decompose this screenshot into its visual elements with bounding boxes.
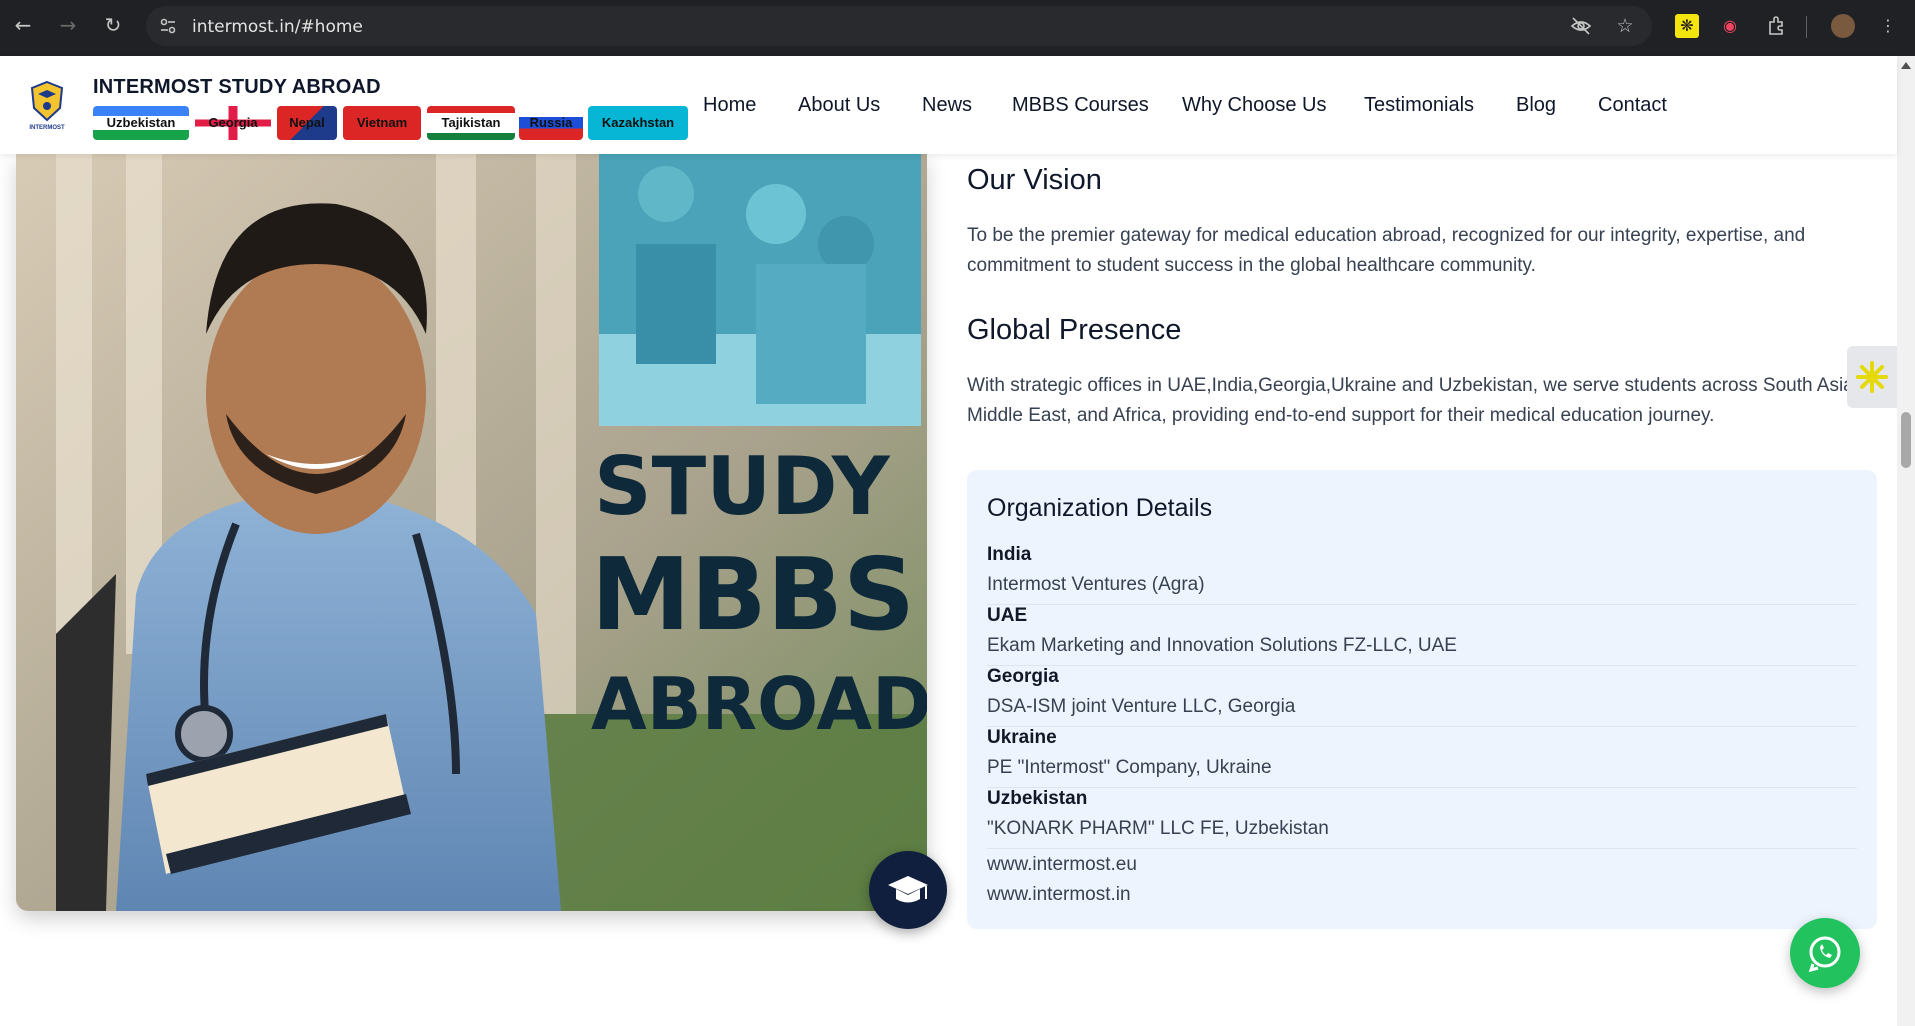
reload-icon[interactable]: ↻ (100, 12, 126, 38)
flag-russia[interactable]: Russia (519, 106, 583, 140)
address-bar[interactable]: intermost.in/#home ☆ (146, 6, 1652, 46)
nav-why-choose-us[interactable]: Why Choose Us (1182, 94, 1327, 117)
whatsapp-button[interactable] (1790, 918, 1860, 988)
eye-off-icon[interactable] (1570, 15, 1592, 37)
extension-icon[interactable]: ◉ (1718, 14, 1742, 38)
org-row-ukraine: Ukraine PE "Intermost" Company, Ukraine (987, 727, 1857, 788)
svg-text:INTERMOST: INTERMOST (29, 125, 65, 131)
nav-testimonials[interactable]: Testimonials (1364, 94, 1474, 117)
flag-kazakhstan[interactable]: Kazakhstan (588, 106, 688, 140)
hero-text-abroad: ABROAD (591, 662, 927, 746)
org-country: UAE (987, 605, 1028, 626)
scroll-up-icon[interactable] (1901, 62, 1911, 69)
page-scrollbar[interactable] (1897, 56, 1915, 1026)
vision-text: To be the premier gateway for medical ed… (967, 225, 1806, 276)
org-row-india: India Intermost Ventures (Agra) (987, 544, 1857, 605)
scrollbar-thumb[interactable] (1901, 412, 1911, 468)
hero-text-mbbs: MBBS (591, 536, 915, 653)
organization-details-card: Organization Details India Intermost Ven… (967, 470, 1877, 929)
org-country: Ukraine (987, 727, 1057, 748)
site-info-icon[interactable] (158, 16, 178, 36)
nav-mbbs-courses[interactable]: MBBS Courses (1012, 94, 1149, 117)
flag-uzbekistan[interactable]: Uzbekistan (93, 106, 189, 140)
website-link-eu[interactable]: www.intermost.eu (987, 854, 1137, 876)
menu-icon[interactable]: ⋮ (1876, 14, 1900, 38)
org-country: Uzbekistan (987, 788, 1088, 809)
study-mbbs-abroad-image: STUDY MBBS ABROAD (16, 154, 927, 911)
flag-tajikistan[interactable]: Tajikistan (427, 106, 515, 140)
site-header: INTERMOST INTERMOST STUDY ABROAD Uzbekis… (0, 56, 1897, 154)
org-row-georgia: Georgia DSA-ISM joint Venture LLC, Georg… (987, 666, 1857, 727)
hero-illustration: STUDY MBBS ABROAD (16, 154, 927, 911)
nav-contact[interactable]: Contact (1598, 94, 1667, 117)
forward-icon[interactable]: → (55, 12, 81, 38)
brand-title[interactable]: INTERMOST STUDY ABROAD (93, 76, 381, 99)
puzzle-icon[interactable] (1765, 14, 1789, 38)
nav-blog[interactable]: Blog (1516, 94, 1556, 117)
nav-about-us[interactable]: About Us (798, 94, 880, 117)
org-company: Ekam Marketing and Innovation Solutions … (987, 635, 1457, 656)
graduation-cap-icon (888, 876, 928, 903)
hero-text-study: STUDY (594, 440, 891, 533)
graduation-cap-button[interactable] (869, 851, 947, 929)
extension-icon[interactable]: ❋ (1675, 14, 1699, 38)
flag-vietnam[interactable]: Vietnam (343, 106, 421, 140)
divider (1806, 16, 1807, 38)
bookmark-star-icon[interactable]: ☆ (1614, 15, 1636, 37)
nav-news[interactable]: News (922, 94, 972, 117)
logo-icon[interactable]: INTERMOST (26, 78, 68, 132)
side-widget[interactable] (1847, 346, 1897, 408)
flag-nepal[interactable]: Nepal (277, 106, 337, 140)
nav-home[interactable]: Home (703, 94, 756, 117)
website-link-in[interactable]: www.intermost.in (987, 884, 1131, 906)
browser-toolbar: ← → ↻ intermost.in/#home ☆ ❋ ◉ ⋮ (0, 0, 1915, 56)
avatar[interactable] (1831, 14, 1855, 38)
flag-georgia[interactable]: Georgia (195, 106, 271, 140)
org-company: DSA-ISM joint Venture LLC, Georgia (987, 696, 1296, 717)
whatsapp-icon (1808, 936, 1841, 973)
org-row-uzbekistan: Uzbekistan "KONARK PHARM" LLC FE, Uzbeki… (987, 788, 1857, 849)
back-icon[interactable]: ← (10, 12, 36, 38)
org-country: India (987, 544, 1032, 565)
url-text[interactable]: intermost.in/#home (192, 17, 363, 37)
org-country: Georgia (987, 666, 1059, 687)
vision-heading: Our Vision (967, 164, 1102, 196)
org-title: Organization Details (987, 494, 1213, 522)
org-row-uae: UAE Ekam Marketing and Innovation Soluti… (987, 605, 1857, 666)
sparkle-icon (1856, 361, 1888, 393)
org-company: "KONARK PHARM" LLC FE, Uzbekistan (987, 818, 1329, 839)
presence-text: With strategic offices in UAE,India,Geor… (967, 375, 1860, 426)
org-company: PE "Intermost" Company, Ukraine (987, 757, 1272, 778)
presence-heading: Global Presence (967, 314, 1182, 346)
org-company: Intermost Ventures (Agra) (987, 574, 1205, 595)
